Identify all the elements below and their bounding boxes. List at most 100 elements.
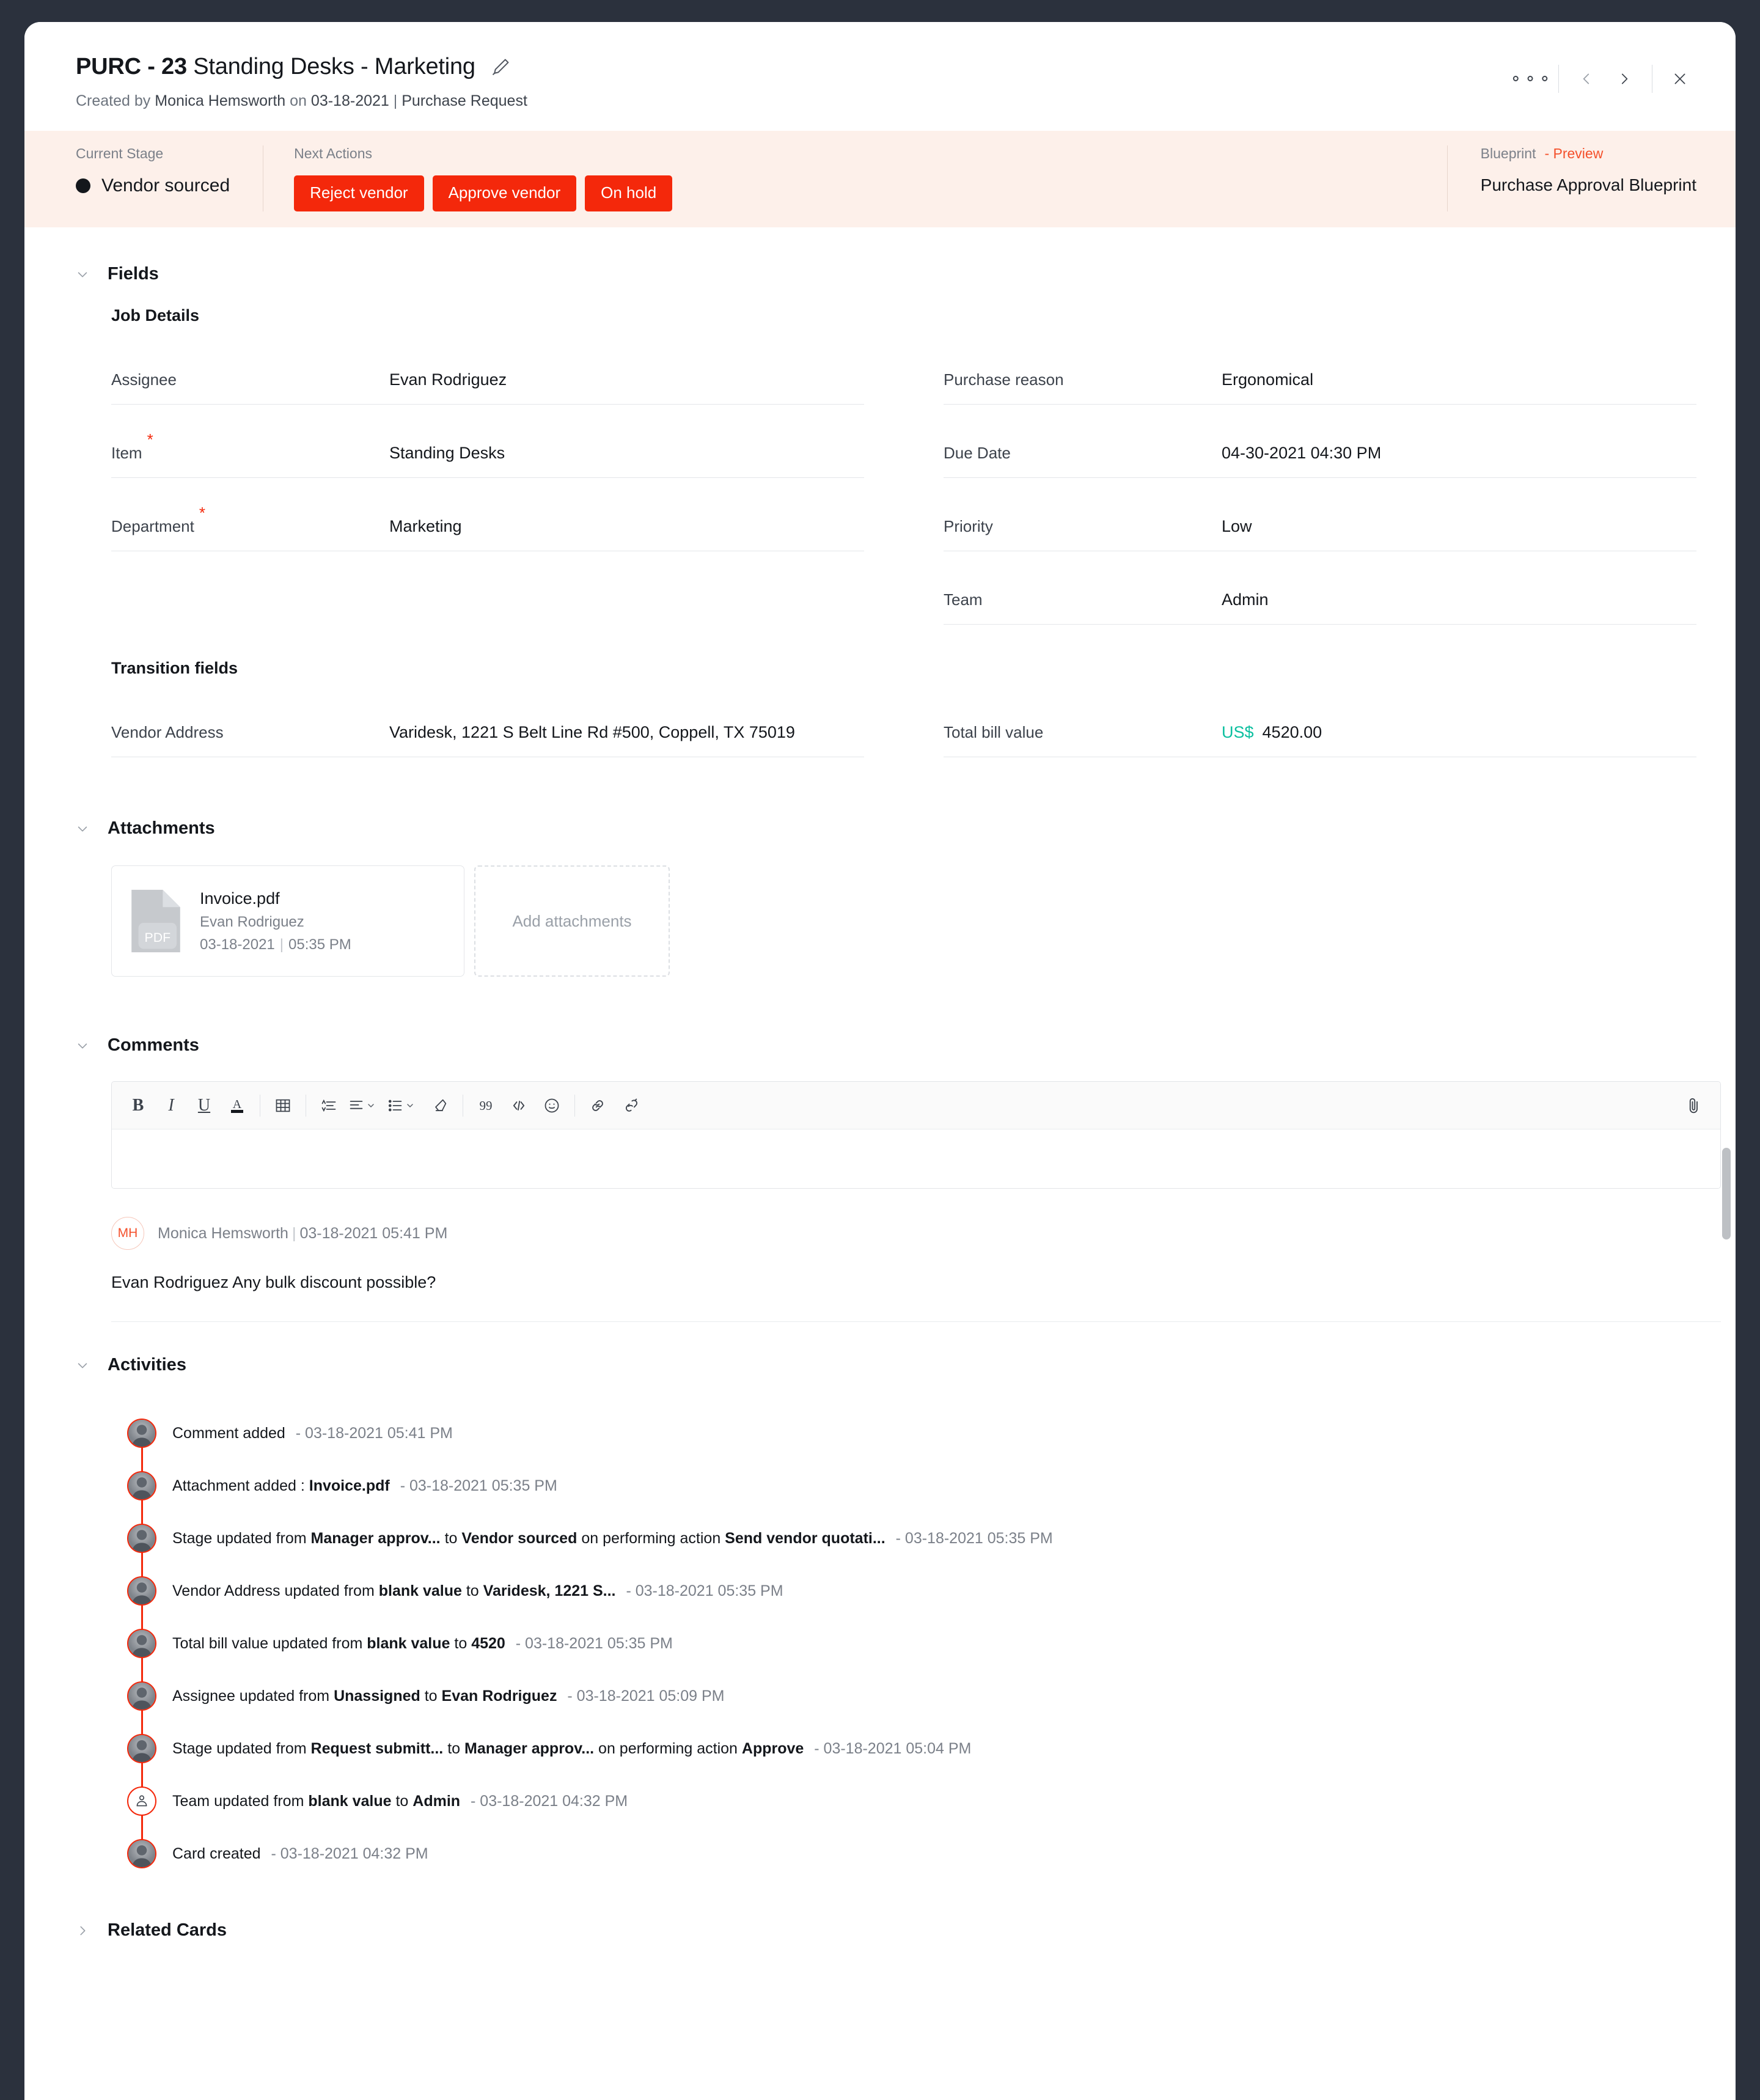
attachment-name: Invoice.pdf (200, 889, 280, 908)
blueprint-preview-link[interactable]: - Preview (1544, 145, 1603, 161)
bullet-list-icon[interactable] (384, 1089, 417, 1122)
attachment-meta: Invoice.pdf Evan Rodriguez 03-18-2021 | 05… (200, 889, 351, 953)
comment-editor-wrap: B I U A 99 (76, 1081, 1721, 1189)
field-row-total-bill-value[interactable]: Total bill value US$ 4520.00 (944, 684, 1696, 757)
activity-row: Team updated from blank value to Admin -… (127, 1775, 1696, 1827)
attachment-date: 03-18-2021 (200, 936, 275, 953)
page-title: PURC - 23 Standing Desks - Marketing (76, 54, 475, 80)
more-options-icon[interactable]: ⚬⚬⚬ (1509, 60, 1553, 98)
transition-left-column: Vendor Address Varidesk, 1221 S Belt Lin… (111, 684, 864, 757)
field-row-purchase-reason[interactable]: Purchase reason Ergonomical (944, 331, 1696, 405)
vertical-scrollbar[interactable] (1722, 1148, 1731, 1239)
activity-row: Vendor Address updated from blank value … (127, 1565, 1696, 1617)
editor-toolbar: B I U A 99 (112, 1082, 1720, 1129)
avatar (127, 1629, 156, 1658)
activity-text: Stage updated from Request submitt... to… (172, 1740, 971, 1758)
chevron-down-icon (78, 1043, 87, 1048)
code-icon[interactable] (502, 1089, 535, 1122)
transition-right-column: Total bill value US$ 4520.00 (944, 684, 1696, 757)
code-glyph (513, 1100, 525, 1111)
field-row-assignee[interactable]: Assignee Evan Rodriguez (111, 331, 864, 405)
align-icon[interactable] (345, 1089, 378, 1122)
activities-section-header[interactable]: Activities (76, 1349, 1696, 1375)
activity-label: to (454, 1634, 468, 1652)
comments-section-header[interactable]: Comments (76, 977, 1696, 1056)
approve-vendor-button[interactable]: Approve vendor (432, 175, 577, 211)
chevron-right-icon[interactable] (1605, 60, 1643, 98)
table-icon[interactable] (266, 1089, 299, 1122)
activity-row: Comment added - 03-18-2021 05:41 PM (127, 1407, 1696, 1459)
transition-fields-columns: Vendor Address Varidesk, 1221 S Belt Lin… (111, 684, 1696, 757)
fields-section-header[interactable]: Fields (76, 227, 1696, 284)
reject-vendor-button[interactable]: Reject vendor (294, 175, 424, 211)
current-stage-label: Current Stage (76, 145, 164, 161)
chevron-left-icon[interactable] (1568, 60, 1605, 98)
line-height-icon[interactable] (312, 1089, 345, 1122)
underline-glyph: U (197, 1095, 211, 1115)
link-glyph (592, 1100, 603, 1111)
blueprint-banner: Current Stage Vendor sourced Next Action… (24, 131, 1736, 227)
activities-section-title: Activities (108, 1355, 186, 1375)
activity-value: 4520 (471, 1634, 505, 1652)
unlink-icon[interactable] (614, 1089, 647, 1122)
current-stage-block: Current Stage Vendor sourced (76, 145, 264, 211)
field-label-priority: Priority (944, 517, 993, 535)
field-value-due-date: 04-30-2021 04:30 PM (1222, 444, 1382, 462)
field-label-department: Department * (111, 504, 389, 537)
table-glyph (276, 1099, 290, 1112)
on-hold-button[interactable]: On hold (585, 175, 673, 211)
fields-section-title: Fields (108, 264, 159, 284)
blockquote-icon[interactable]: 99 (469, 1089, 502, 1122)
field-row-department[interactable]: Department * Marketing (111, 478, 864, 551)
activity-value: Manager approv... (464, 1739, 595, 1757)
activity-value: Unassigned (334, 1687, 420, 1705)
line-height-glyph (321, 1099, 336, 1112)
italic-icon[interactable]: I (155, 1089, 188, 1122)
field-row-item[interactable]: Item * Standing Desks (111, 405, 864, 478)
field-row-due-date[interactable]: Due Date 04-30-2021 04:30 PM (944, 405, 1696, 478)
field-value-assignee: Evan Rodriguez (389, 370, 507, 389)
comment-input[interactable] (112, 1129, 1720, 1188)
underline-icon[interactable]: U (188, 1089, 221, 1122)
more-options-glyph: ⚬⚬⚬ (1509, 70, 1553, 88)
field-value-total-bill-value: US$ 4520.00 (1222, 723, 1322, 743)
field-label-team: Team (944, 590, 983, 609)
activity-timestamp: - 03-18-2021 05:04 PM (814, 1739, 972, 1757)
activity-value: Vendor sourced (461, 1529, 578, 1547)
pencil-icon[interactable] (490, 57, 511, 78)
attachment-card[interactable]: PDF Invoice.pdf Evan Rodriguez 03-18-202… (111, 865, 464, 977)
title-row: PURC - 23 Standing Desks - Marketing (76, 54, 1696, 80)
attachments-section-header[interactable]: Attachments (76, 757, 1696, 839)
created-date: 03-18-2021 (310, 92, 389, 109)
activity-label: Total bill value updated from (172, 1634, 363, 1652)
chevron-down-icon (407, 1103, 413, 1107)
activity-text: Assignee updated from Unassigned to Evan… (172, 1687, 725, 1705)
avatar (127, 1839, 156, 1868)
field-label-item: Item * (111, 430, 389, 464)
current-stage-value-row: Vendor sourced (76, 175, 230, 196)
add-attachments-button[interactable]: Add attachments (474, 865, 670, 977)
link-icon[interactable] (581, 1089, 614, 1122)
activity-value: Admin (413, 1792, 461, 1810)
avatar (127, 1419, 156, 1448)
field-row-team[interactable]: Team Admin (944, 551, 1696, 625)
quote-glyph: 99 (480, 1098, 493, 1113)
text-color-icon[interactable]: A (221, 1089, 254, 1122)
activity-row: Stage updated from Manager approv... to … (127, 1512, 1696, 1565)
attach-icon[interactable] (1678, 1089, 1711, 1122)
activity-value: blank value (378, 1582, 462, 1599)
emoji-icon[interactable] (535, 1089, 568, 1122)
activity-label: Stage updated from (172, 1529, 307, 1547)
close-icon[interactable] (1661, 60, 1699, 98)
activity-label: to (395, 1792, 409, 1810)
fields-columns: Assignee Evan Rodriguez Item * Standing D… (111, 331, 1696, 625)
bold-icon[interactable]: B (122, 1089, 155, 1122)
field-row-priority[interactable]: Priority Low (944, 478, 1696, 551)
field-row-vendor-address[interactable]: Vendor Address Varidesk, 1221 S Belt Lin… (111, 684, 864, 757)
clear-format-icon[interactable] (424, 1089, 457, 1122)
related-cards-section-header[interactable]: Related Cards (76, 1880, 1696, 1940)
activity-timestamp: - 03-18-2021 04:32 PM (471, 1792, 628, 1810)
activity-row: Total bill value updated from blank valu… (127, 1617, 1696, 1670)
next-actions-label: Next Actions (294, 145, 372, 161)
chevron-right-icon (80, 1926, 86, 1935)
